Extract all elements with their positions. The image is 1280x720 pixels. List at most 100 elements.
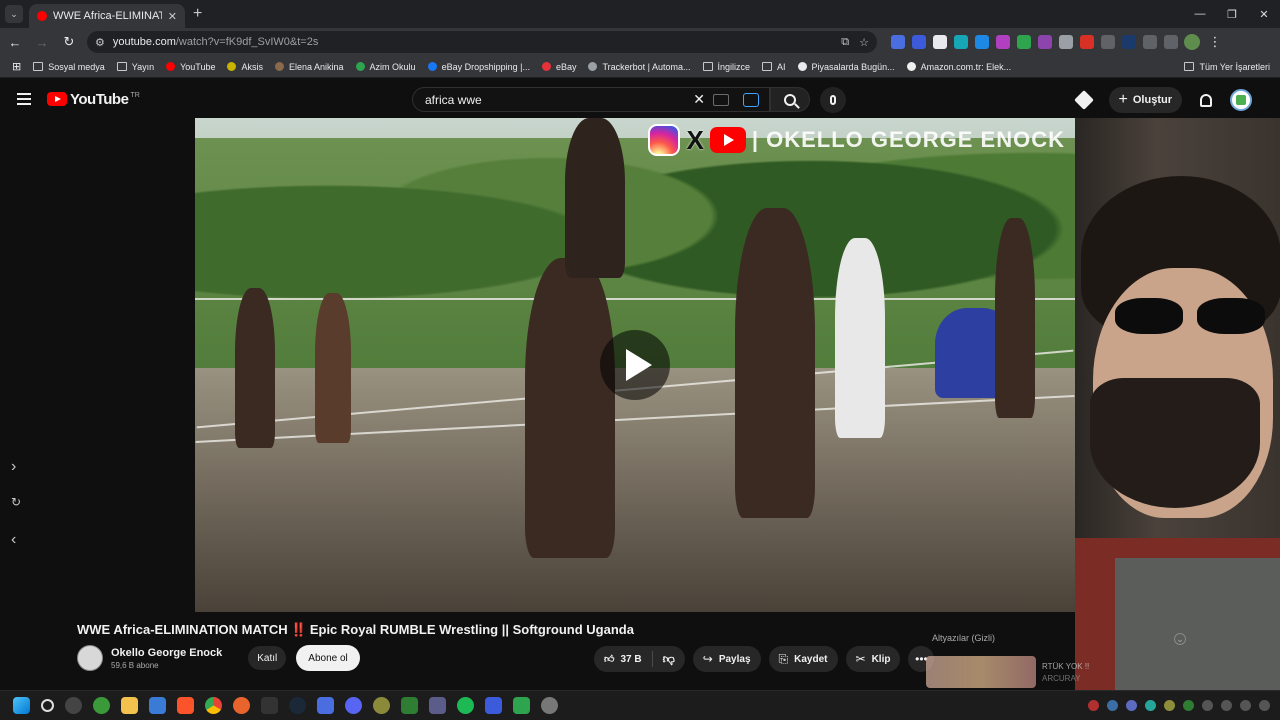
address-bar[interactable]: ⚙ youtube.com/watch?v=fK9df_SvIW0&t=2s ⧉…: [87, 31, 877, 53]
taskbar-app-icon[interactable]: [541, 697, 558, 714]
tray-icon[interactable]: [1088, 700, 1099, 711]
thumbs-down-icon[interactable]: 👎︎: [653, 652, 685, 667]
extension-icon[interactable]: [1122, 35, 1136, 49]
channel-name[interactable]: Okello George Enock: [111, 647, 222, 659]
tray-icon[interactable]: [1183, 700, 1194, 711]
bookmark-item[interactable]: YouTube: [166, 62, 215, 72]
xbox-icon[interactable]: [93, 697, 110, 714]
chevron-left-icon[interactable]: ‹: [11, 531, 16, 549]
tray-icon[interactable]: [1107, 700, 1118, 711]
taskbar-app-icon[interactable]: [233, 697, 250, 714]
video-player[interactable]: X | OKELLO GEORGE ENOCK: [195, 118, 1075, 612]
profile-avatar[interactable]: [1184, 34, 1200, 50]
tray-icon[interactable]: [1126, 700, 1137, 711]
clear-search-icon[interactable]: ✕: [693, 91, 705, 108]
extension-icon[interactable]: [1059, 35, 1073, 49]
extension-icon[interactable]: [996, 35, 1010, 49]
bookmark-item[interactable]: Azim Okulu: [355, 62, 416, 72]
bookmark-star-icon[interactable]: ☆: [859, 36, 869, 49]
taskbar-app-icon[interactable]: [429, 697, 446, 714]
extension-icon[interactable]: [975, 35, 989, 49]
clip-button[interactable]: ✂ Klip: [845, 646, 901, 672]
tray-icon[interactable]: [1164, 700, 1175, 711]
extension-icon[interactable]: [912, 35, 926, 49]
restore-button[interactable]: ❐: [1216, 0, 1248, 28]
ai-sparkle-icon[interactable]: [1073, 90, 1094, 110]
bookmark-item[interactable]: Elena Anikina: [275, 62, 344, 72]
spotify-icon[interactable]: [457, 697, 474, 714]
forward-button[interactable]: →: [30, 30, 54, 54]
windows-start-icon[interactable]: [13, 697, 30, 714]
chevron-down-icon[interactable]: ⌄: [1174, 633, 1186, 645]
search-button[interactable]: [770, 87, 810, 112]
close-window-button[interactable]: ✕: [1248, 0, 1280, 28]
bookmark-item[interactable]: Amazon.com.tr: Elek...: [906, 62, 1011, 72]
install-app-icon[interactable]: ⧉: [841, 36, 849, 49]
subscribe-button[interactable]: Abone ol: [296, 645, 360, 671]
chrome-menu-icon[interactable]: ⋮: [1203, 30, 1227, 54]
tab-search-button[interactable]: ⌄: [5, 5, 23, 23]
reload-button[interactable]: ↻: [57, 30, 81, 54]
bookmark-item[interactable]: Piyasalarda Bugün...: [797, 62, 895, 72]
reading-list-icon[interactable]: [1164, 35, 1178, 49]
like-button[interactable]: 👍︎ 37 B: [594, 651, 653, 667]
bell-icon[interactable]: [1200, 93, 1212, 107]
join-button[interactable]: Katıl: [248, 646, 287, 670]
tray-icon[interactable]: [1259, 700, 1270, 711]
all-bookmarks-button[interactable]: Tüm Yer İşaretleri: [1184, 62, 1270, 72]
share-button[interactable]: ↪ Paylaş: [692, 646, 761, 672]
active-tab[interactable]: WWE Africa-ELIMINATION ✕: [29, 4, 185, 28]
file-explorer-icon[interactable]: [121, 697, 138, 714]
suggested-video[interactable]: RTÜK YOK !! ARCURAY: [926, 654, 1191, 690]
menu-icon[interactable]: [17, 93, 31, 105]
refresh-icon[interactable]: ↻: [11, 495, 21, 509]
taskbar-app-icon[interactable]: [317, 697, 334, 714]
taskbar-app-icon[interactable]: [373, 697, 390, 714]
site-info-icon[interactable]: ⚙: [95, 36, 105, 49]
extension-icon[interactable]: [1038, 35, 1052, 49]
youtube-logo[interactable]: YouTube TR: [47, 91, 140, 108]
steam-icon[interactable]: [289, 697, 306, 714]
bookmark-item[interactable]: eBay: [541, 62, 576, 72]
bookmark-item[interactable]: Yayın: [116, 62, 154, 72]
chevron-right-icon[interactable]: ›: [11, 458, 16, 476]
back-button[interactable]: ←: [3, 30, 27, 54]
tray-icon[interactable]: [1221, 700, 1232, 711]
extension-icon[interactable]: [1101, 35, 1115, 49]
close-tab-icon[interactable]: ✕: [168, 10, 177, 23]
extension-icon[interactable]: [1080, 35, 1094, 49]
search-input[interactable]: africa wwe ✕: [412, 87, 770, 112]
create-button[interactable]: + Oluştur: [1108, 87, 1182, 113]
tray-icon[interactable]: [1145, 700, 1156, 711]
keyboard-icon[interactable]: [713, 93, 729, 106]
extension-icon[interactable]: [954, 35, 968, 49]
extension-icon[interactable]: [933, 35, 947, 49]
apps-grid-icon[interactable]: ⊞: [12, 60, 21, 73]
voice-search-button[interactable]: [820, 87, 846, 113]
chrome-icon[interactable]: [205, 697, 222, 714]
bookmark-item[interactable]: AI: [762, 62, 786, 72]
captions-label[interactable]: Altyazılar (Gizli): [932, 633, 995, 643]
taskbar-app-icon[interactable]: [485, 697, 502, 714]
play-button[interactable]: [600, 330, 670, 400]
bookmark-item[interactable]: İngilizce: [702, 62, 750, 72]
search-icon[interactable]: [41, 699, 54, 712]
bookmark-item[interactable]: Trackerbot | Automa...: [588, 62, 691, 72]
minimize-button[interactable]: —: [1184, 0, 1216, 28]
epic-games-icon[interactable]: [261, 697, 278, 714]
bookmark-item[interactable]: eBay Dropshipping |...: [427, 62, 530, 72]
store-icon[interactable]: [149, 697, 166, 714]
discord-icon[interactable]: [345, 697, 362, 714]
taskbar-app-icon[interactable]: [65, 697, 82, 714]
extension-icon[interactable]: [891, 35, 905, 49]
channel-avatar[interactable]: [77, 645, 103, 671]
brave-icon[interactable]: [177, 697, 194, 714]
puzzle-icon[interactable]: [1143, 35, 1157, 49]
save-button[interactable]: ⎘ Kaydet: [768, 646, 838, 672]
search-tool-icon[interactable]: [743, 92, 759, 107]
tray-icon[interactable]: [1202, 700, 1213, 711]
account-avatar[interactable]: [1230, 89, 1252, 111]
bookmark-item[interactable]: Sosyal medya: [33, 62, 105, 72]
new-tab-button[interactable]: +: [193, 5, 202, 23]
bookmark-item[interactable]: Aksis: [227, 62, 263, 72]
